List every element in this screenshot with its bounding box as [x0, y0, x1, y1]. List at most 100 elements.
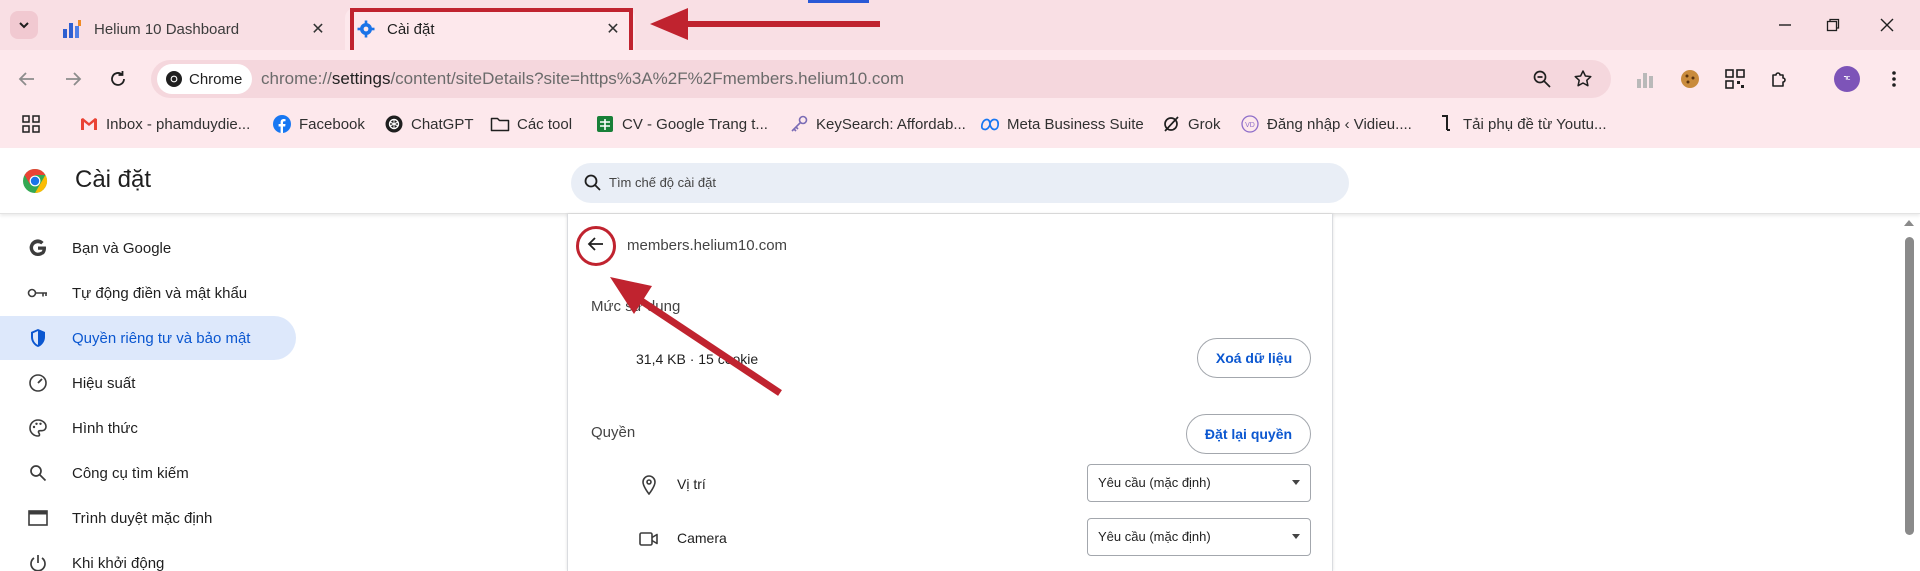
tab-title: Helium 10 Dashboard — [94, 20, 240, 38]
settings-header: Cài đặt Tìm chế độ cài đặt — [0, 148, 1920, 214]
search-placeholder: Tìm chế độ cài đặt — [609, 175, 716, 190]
forward-nav-button[interactable] — [58, 64, 88, 94]
select-value: Yêu cầu (mặc định) — [1098, 475, 1211, 490]
url-prefix: chrome:// — [261, 69, 332, 88]
sidebar-item-performance[interactable]: Hiệu suất — [0, 361, 296, 405]
site-origin: members.helium10.com — [627, 237, 788, 254]
key-icon — [789, 114, 809, 134]
url-text[interactable]: chrome://settings/content/siteDetails?si… — [261, 60, 904, 98]
chrome-logo-icon — [166, 71, 182, 87]
bookmark-label: Meta Business Suite — [1007, 115, 1144, 133]
helium10-icon — [63, 20, 81, 38]
bookmark-label: Inbox - phamduydie... — [106, 115, 251, 133]
bookmark-grok[interactable]: Grok — [1161, 108, 1221, 140]
bookmarks-bar: Inbox - phamduydie... Facebook ChatGPT C… — [0, 108, 1920, 148]
google-icon — [27, 237, 49, 259]
kebab-menu-icon — [1892, 71, 1896, 87]
bookmark-google-sheets[interactable]: CV - Google Trang t... — [595, 108, 768, 140]
minimize-button[interactable] — [1762, 10, 1808, 40]
meta-icon — [980, 114, 1000, 134]
sidebar-item-autofill[interactable]: Tự động điền và mật khẩu — [0, 271, 296, 315]
sidebar-item-you-and-google[interactable]: Bạn và Google — [0, 226, 296, 270]
clear-data-button[interactable]: Xoá dữ liệu — [1197, 338, 1311, 378]
page-title: Cài đặt — [75, 166, 152, 193]
sidebar-item-label: Bạn và Google — [72, 239, 172, 257]
power-icon — [27, 552, 49, 571]
shield-icon — [27, 327, 49, 349]
bookmark-label: Tải phụ đề từ Youtu... — [1463, 115, 1607, 133]
back-nav-button[interactable] — [12, 64, 42, 94]
usage-heading: Mức sử dụng — [591, 298, 681, 315]
caret-down-icon — [1292, 534, 1300, 539]
bookmark-star-button[interactable] — [1572, 68, 1594, 90]
url-host: settings — [331, 69, 391, 88]
bookmark-label: Grok — [1188, 115, 1221, 133]
bookmark-label: Đăng nhập ‹ Vidieu.... — [1267, 115, 1412, 133]
sidebar-item-label: Hình thức — [72, 419, 138, 437]
select-value: Yêu cầu (mặc định) — [1098, 529, 1211, 544]
apps-button[interactable] — [22, 108, 40, 140]
sidebar-item-label: Công cụ tìm kiếm — [72, 464, 189, 482]
chip-label: Chrome — [189, 70, 243, 88]
bookmark-chatgpt[interactable]: ChatGPT — [384, 108, 474, 140]
sidebar-item-label: Hiệu suất — [72, 374, 136, 392]
subtitle-icon — [1436, 114, 1456, 134]
extensions-button[interactable] — [1766, 65, 1794, 93]
extension-helium10[interactable] — [1632, 65, 1660, 93]
key-icon — [27, 282, 49, 304]
google-sheets-icon — [595, 114, 615, 134]
palette-icon — [27, 417, 49, 439]
qr-code-icon — [1725, 69, 1745, 89]
permission-camera-label: Camera — [677, 530, 727, 546]
site-info-chip[interactable]: Chrome — [157, 64, 253, 94]
bookmark-label: ChatGPT — [411, 115, 474, 133]
url-rest: /content/siteDetails?site=https%3A%2F%2F… — [390, 69, 904, 88]
sidebar-item-search-engine[interactable]: Công cụ tìm kiếm — [0, 451, 296, 495]
sidebar-item-default-browser[interactable]: Trình duyệt mặc định — [0, 496, 296, 540]
extension-qr[interactable] — [1721, 65, 1749, 93]
sidebar-item-label: Quyền riêng tư và bảo mật — [72, 329, 251, 347]
star-icon — [1574, 70, 1592, 87]
extension-cookie[interactable] — [1676, 65, 1704, 93]
address-bar[interactable]: Chrome chrome://settings/content/siteDet… — [151, 60, 1611, 98]
annotation-highlight-box — [350, 8, 633, 54]
bookmark-facebook[interactable]: Facebook — [272, 108, 365, 140]
window-close-button[interactable] — [1864, 10, 1910, 40]
bookmark-label: KeySearch: Affordab... — [816, 115, 966, 133]
tab-search-button[interactable] — [10, 11, 38, 39]
scrollbar-thumb[interactable] — [1905, 237, 1914, 535]
arrow-right-icon — [66, 72, 82, 86]
zoom-button[interactable] — [1531, 68, 1553, 90]
bookmark-meta-business[interactable]: Meta Business Suite — [980, 108, 1144, 140]
tab-helium10[interactable]: Helium 10 Dashboard ✕ — [50, 8, 340, 50]
camera-icon — [638, 528, 660, 550]
reload-icon — [111, 71, 125, 86]
bookmark-vidieu[interactable]: VD Đăng nhập ‹ Vidieu.... — [1240, 108, 1412, 140]
permissions-heading: Quyền — [591, 424, 636, 441]
bookmark-label: Facebook — [299, 115, 365, 133]
settings-search-input[interactable]: Tìm chế độ cài đặt — [571, 163, 1349, 203]
bookmark-folder-tools[interactable]: Các tool — [490, 108, 572, 140]
close-icon[interactable]: ✕ — [308, 19, 328, 39]
sidebar-item-label: Khi khởi động — [72, 554, 165, 571]
sidebar-item-privacy-security[interactable]: Quyền riêng tư và bảo mật — [0, 316, 296, 360]
bookmark-keysearch[interactable]: KeySearch: Affordab... — [789, 108, 966, 140]
location-permission-select[interactable]: Yêu cầu (mặc định) — [1087, 464, 1311, 502]
restore-button[interactable] — [1810, 10, 1856, 40]
profile-avatar[interactable]: ᄀᄃ — [1834, 66, 1860, 92]
browser-toolbar: Chrome chrome://settings/content/siteDet… — [0, 50, 1920, 108]
reset-permissions-button[interactable]: Đặt lại quyền — [1186, 414, 1311, 454]
sidebar-item-on-startup[interactable]: Khi khởi động — [0, 541, 296, 571]
close-icon — [1880, 18, 1894, 32]
search-icon — [27, 462, 49, 484]
minimize-icon — [1779, 24, 1791, 26]
camera-permission-select[interactable]: Yêu cầu (mặc định) — [1087, 518, 1311, 556]
browser-menu-button[interactable] — [1880, 65, 1908, 93]
reload-button[interactable] — [103, 64, 133, 94]
helium10-extension-icon — [1637, 73, 1653, 88]
sidebar-item-appearance[interactable]: Hình thức — [0, 406, 296, 450]
bookmark-subtitle-download[interactable]: Tải phụ đề từ Youtu... — [1436, 108, 1606, 140]
bookmark-gmail[interactable]: Inbox - phamduydie... — [79, 108, 250, 140]
annotation-circle — [576, 226, 616, 266]
scroll-up-arrow[interactable] — [1904, 220, 1914, 226]
